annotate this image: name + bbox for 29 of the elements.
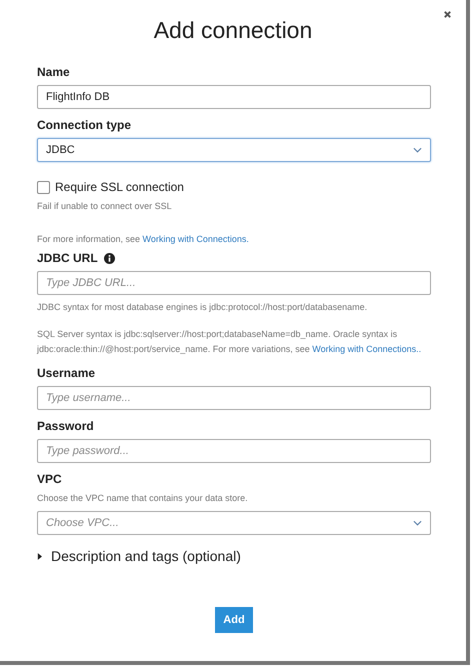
chevron-down-icon [413, 147, 422, 153]
info-text: For more information, see Working with Connections. [37, 233, 250, 246]
checkbox[interactable] [37, 180, 50, 194]
dialog-title: Add connection [154, 16, 312, 45]
help-text: JDBC syntax for most database engines is jdbc:protocol://host:port/databasename. [37, 301, 368, 314]
field-label: JDBC URL [37, 251, 98, 265]
field-label: Password [37, 419, 94, 433]
info-icon[interactable] [104, 252, 115, 264]
caret-icon [37, 552, 42, 560]
link[interactable]: Working with Connections. [142, 234, 249, 244]
checkbox-label: Require SSL connection [55, 180, 184, 194]
dropdown[interactable]: JDBC [37, 138, 431, 162]
field-label: VPC [37, 472, 62, 486]
link[interactable]: Working with Connections.. [312, 344, 422, 354]
input-field[interactable]: Type username... [37, 386, 431, 410]
expander[interactable]: Description and tags (optional) [37, 548, 241, 564]
close-icon[interactable] [443, 10, 452, 19]
field-label: Connection type [37, 118, 132, 132]
field-label: Name [37, 65, 70, 79]
help-text: Choose the VPC name that contains your data store. [37, 492, 249, 505]
help-text: Fail if unable to connect over SSL [37, 200, 173, 213]
chevron-down-icon [413, 520, 422, 526]
input-field[interactable]: Type JDBC URL... [37, 271, 431, 295]
input-field[interactable]: FlightInfo DB [37, 85, 431, 109]
input-field[interactable]: Type password... [37, 439, 431, 463]
field-label: Username [37, 366, 96, 380]
add-button[interactable]: Add [215, 607, 253, 633]
help-text: SQL Server syntax is jdbc:sqlserver://host:port;databaseName=db_name. Oracle syntax is jdbc:oracle:thin://@host:port/service_name. For more variations, see Working with Connections.. [37, 328, 422, 356]
dropdown[interactable]: Choose VPC... [37, 511, 431, 535]
